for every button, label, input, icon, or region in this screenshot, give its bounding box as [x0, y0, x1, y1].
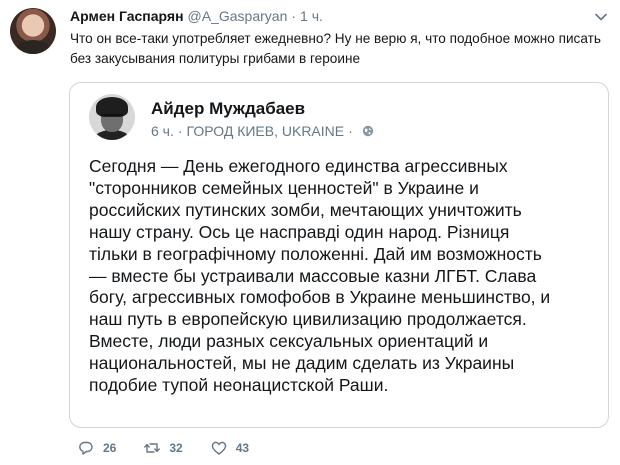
reply-count: 26: [103, 441, 117, 455]
avatar-glasses: [101, 114, 123, 119]
like-button[interactable]: 43: [211, 440, 249, 456]
quoted-location: ГОРОД КИЕВ, UKRAINE: [186, 123, 345, 139]
retweet-button[interactable]: 32: [144, 440, 183, 456]
heart-icon: [211, 441, 226, 455]
quoted-tweet-meta: 6 ч. · ГОРОД КИЕВ, UKRAINE ·: [151, 123, 374, 139]
tweet-header: Армен Гаспарян @A_Gasparyan · 1 ч.: [70, 8, 590, 28]
globe-icon: [362, 125, 373, 137]
reply-icon: [79, 441, 93, 455]
chevron-down-icon[interactable]: [594, 10, 608, 24]
tweet-text: Что он все-таки употребляет ежедневно? Н…: [70, 31, 601, 66]
retweet-icon: [144, 443, 161, 453]
author-handle[interactable]: @A_Gasparyan: [188, 8, 288, 24]
quoted-location-separator: ·: [348, 123, 353, 139]
avatar-shoulders: [16, 40, 50, 54]
header-separator: ·: [291, 8, 297, 24]
author-name[interactable]: Армен Гаспарян: [70, 8, 184, 24]
author-avatar[interactable]: [10, 8, 56, 54]
reply-button[interactable]: 26: [78, 440, 116, 456]
quoted-author-name: Айдер Муждабаев: [151, 99, 306, 118]
tweet-timestamp[interactable]: 1 ч.: [300, 8, 323, 24]
tweet-actions: 26 32 43: [78, 438, 277, 458]
quoted-author-avatar: [89, 94, 135, 140]
quoted-tweet[interactable]: Айдер Муждабаев 6 ч. · ГОРОД КИЕВ, UKRAI…: [69, 82, 609, 428]
quoted-timestamp: 6 ч.: [151, 123, 174, 139]
retweet-count: 32: [169, 441, 183, 455]
tweet-card: Армен Гаспарян @A_Gasparyan · 1 ч. Что о…: [0, 0, 620, 465]
quoted-tweet-text: Сегодня — День ежегодного единства агрес…: [89, 156, 551, 396]
quoted-meta-separator: ·: [177, 123, 183, 139]
like-count: 43: [235, 441, 250, 455]
